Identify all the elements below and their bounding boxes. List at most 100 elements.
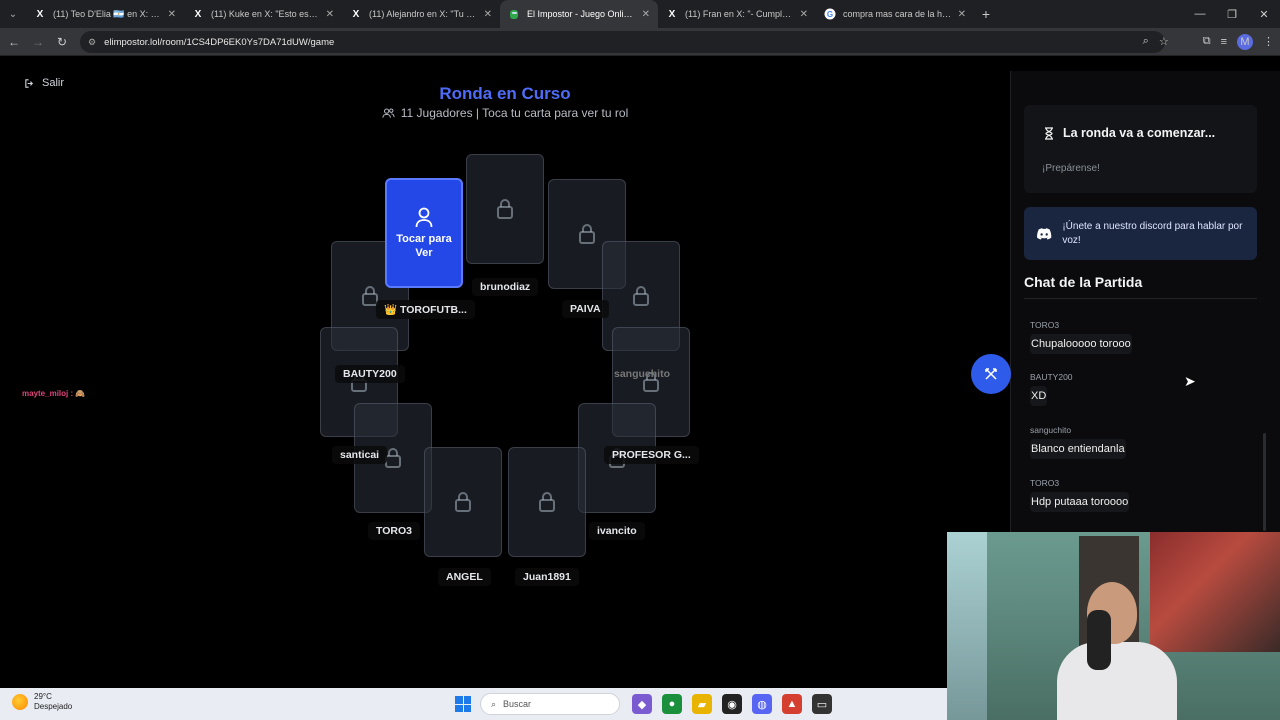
discord-invite-banner[interactable]: ¡Únete a nuestro discord para hablar por…	[1024, 207, 1257, 260]
window-controls: — ❐ ✕	[1184, 0, 1280, 28]
windows-start-icon[interactable]	[455, 696, 471, 712]
player-name-sanguchito: sanguchito	[614, 368, 671, 380]
search-placeholder: Buscar	[503, 699, 532, 709]
player-card-juan1891[interactable]	[508, 447, 586, 557]
url-text: elimpostor.lol/room/1CS4DP6EK0Ys7DA71dUW…	[104, 36, 335, 48]
chat-username: BAUTY200	[1030, 372, 1073, 382]
browser-tab-2[interactable]: X (11) Kuke en X: "Esto es increíbl ✕	[184, 0, 342, 28]
swords-icon	[985, 368, 997, 380]
address-bar[interactable]: ⚙ elimpostor.lol/room/1CS4DP6EK0Ys7DA71d…	[80, 31, 1165, 53]
users-icon	[382, 108, 395, 118]
player-name-toro3: TORO3	[368, 522, 420, 540]
lock-icon	[633, 286, 649, 306]
overlay-user: mayte_miloj :	[22, 389, 74, 398]
zoom-icon[interactable]: ⌕	[1143, 35, 1149, 48]
chat-text: Hdp putaaa toroooo	[1030, 492, 1130, 512]
taskbar-search[interactable]: ⌕ Buscar	[480, 693, 620, 715]
profile-avatar[interactable]: M	[1237, 33, 1253, 50]
browser-tab-active[interactable]: El Impostor - Juego Online Gra ✕	[500, 0, 658, 28]
media-icon[interactable]: ≡	[1221, 36, 1227, 48]
chrome-icon[interactable]: ●	[662, 694, 682, 714]
browser-tab-1[interactable]: X (11) Teo D'Elia 🇦🇷 en X: "14 de ✕	[26, 0, 184, 28]
discord-icon	[1037, 227, 1052, 239]
player-name-paiva: PAIVA	[562, 300, 609, 318]
chat-divider	[1024, 298, 1257, 299]
player-card-angel[interactable]	[424, 447, 502, 557]
chat-scrollbar[interactable]	[1263, 433, 1266, 531]
close-icon[interactable]: ✕	[958, 9, 966, 20]
weather-text: 29°C Despejado	[34, 692, 72, 712]
exit-button[interactable]: Salir	[24, 77, 64, 89]
subtitle-text: 11 Jugadores | Toca tu carta para ver tu…	[400, 106, 629, 120]
browser-tab-5[interactable]: X (11) Fran en X: "- Cumple 18 él ✕	[658, 0, 816, 28]
site-info-icon[interactable]: ⚙	[88, 37, 96, 48]
round-status-card: La ronda va a comenzar... ¡Prepárense!	[1024, 105, 1257, 193]
lock-icon	[455, 492, 471, 512]
terminal-icon[interactable]: ▭	[812, 694, 832, 714]
close-icon[interactable]: ✕	[168, 9, 176, 20]
bookmark-star-icon[interactable]: ☆	[1159, 35, 1169, 48]
weather-widget[interactable]: 29°C Despejado	[12, 692, 72, 712]
app-icon[interactable]: ▲	[782, 694, 802, 714]
toolbar-actions: ⌕ ☆ ⧉ ≡ M ⋮	[1143, 33, 1274, 50]
close-icon[interactable]: ✕	[642, 9, 650, 20]
close-icon[interactable]: ✕	[800, 9, 808, 20]
chat-username: TORO3	[1030, 478, 1060, 488]
x-icon: X	[352, 8, 360, 20]
obs-icon[interactable]: ◉	[722, 694, 742, 714]
close-icon[interactable]: ✕	[326, 9, 334, 20]
new-tab-button[interactable]: +	[974, 6, 998, 22]
weather-temp: 29°C	[34, 692, 52, 701]
tab-title: El Impostor - Juego Online Gra	[527, 9, 636, 19]
tab-title: (11) Alejandro en X: "Tu novia	[369, 9, 478, 19]
close-icon[interactable]: ✕	[484, 9, 492, 20]
minimize-icon[interactable]: —	[1184, 0, 1216, 28]
forward-icon[interactable]: →	[26, 35, 50, 49]
chat-message: TORO3 Hdp putaaa toroooo	[1030, 478, 1130, 512]
chat-text: XD	[1030, 386, 1048, 406]
restore-icon[interactable]: ❐	[1216, 0, 1248, 28]
chat-message: sanguchito Blanco entiendanla	[1030, 425, 1126, 459]
close-window-icon[interactable]: ✕	[1248, 0, 1280, 28]
tab-title: compra mas cara de la historia	[843, 9, 952, 19]
page-subtitle: 11 Jugadores | Toca tu carta para ver tu…	[330, 106, 680, 120]
player-card-brunodiaz[interactable]	[466, 154, 544, 264]
round-status-heading: La ronda va a comenzar...	[1044, 126, 1215, 140]
browser-tab-3[interactable]: X (11) Alejandro en X: "Tu novia ✕	[342, 0, 500, 28]
browser-tab-6[interactable]: G compra mas cara de la historia ✕	[816, 0, 974, 28]
tab-title: (11) Kuke en X: "Esto es increíbl	[211, 9, 320, 19]
teams-icon[interactable]: ◆	[632, 694, 652, 714]
player-name-torofutb: 👑 TOROFUTB...	[376, 300, 475, 319]
hourglass-icon	[1045, 126, 1053, 140]
chat-title: Chat de la Partida	[1024, 274, 1143, 290]
my-card-button[interactable]: Tocar para Ver	[385, 178, 463, 288]
lock-icon	[579, 224, 595, 244]
discord-app-icon[interactable]: ◍	[752, 694, 772, 714]
x-icon: X	[194, 8, 202, 20]
my-card-label: Tocar para Ver	[396, 233, 452, 259]
menu-kebab-icon[interactable]: ⋮	[1263, 35, 1274, 48]
google-icon: G	[824, 8, 836, 20]
player-name-ivancito: ivancito	[589, 522, 645, 540]
extensions-icon[interactable]: ⧉	[1203, 35, 1211, 48]
tab-title: (11) Fran en X: "- Cumple 18 él	[685, 9, 794, 19]
stream-chat-overlay: mayte_miloj : 🙈	[22, 389, 85, 398]
close-fab-button[interactable]	[971, 354, 1011, 394]
webcam-streamer-body	[1057, 642, 1177, 720]
round-status-subtext: ¡Prepárense!	[1042, 163, 1100, 174]
back-icon[interactable]: ←	[2, 35, 26, 49]
weather-desc: Despejado	[34, 702, 73, 711]
folder-icon[interactable]: ▰	[692, 694, 712, 714]
reload-icon[interactable]: ↻	[50, 35, 74, 49]
tab-search-button[interactable]: ⌄	[0, 0, 26, 28]
overlay-emoji: 🙈	[75, 389, 86, 398]
player-name-bauty200: BAUTY200	[335, 365, 405, 383]
chat-message: BAUTY200 XD	[1030, 372, 1073, 406]
x-icon: X	[36, 8, 44, 20]
windows-taskbar: 29°C Despejado ⌕ Buscar ◆ ● ▰ ◉ ◍ ▲ ▭	[0, 688, 947, 720]
player-name-juan1891: Juan1891	[515, 568, 579, 586]
page-title: Ronda en Curso	[439, 84, 571, 103]
taskbar-apps: ◆ ● ▰ ◉ ◍ ▲ ▭	[632, 694, 832, 714]
webcam-background-light	[947, 532, 987, 720]
chat-text: Blanco entiendanla	[1030, 439, 1126, 459]
